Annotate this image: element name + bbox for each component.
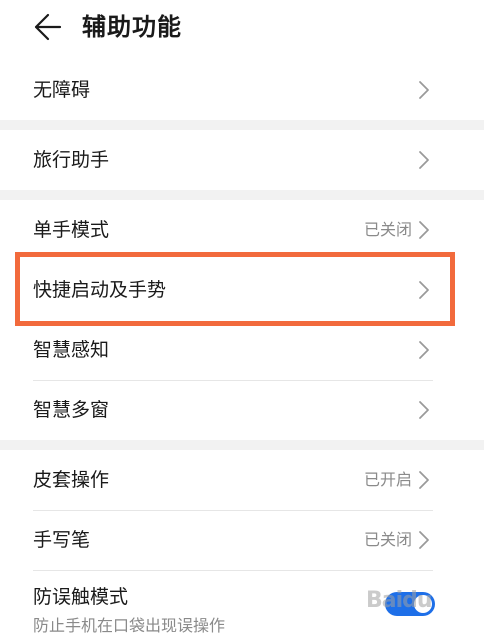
chevron-right-icon bbox=[418, 220, 430, 240]
settings-item-stylus[interactable]: 手写笔 已关闭 bbox=[0, 510, 484, 570]
settings-item-one-handed-mode[interactable]: 单手模式 已关闭 bbox=[0, 200, 484, 260]
settings-item-label: 单手模式 bbox=[33, 219, 110, 241]
chevron-right-icon bbox=[418, 340, 430, 360]
accessibility-settings-page: 辅助功能 无障碍 旅行助手 单手模式 已关闭 快捷启动及手势 智慧感知 智慧多窗… bbox=[0, 0, 484, 637]
status-text: 已开启 bbox=[363, 470, 412, 489]
settings-item-smart-perception[interactable]: 智慧感知 bbox=[0, 320, 484, 380]
back-button[interactable] bbox=[26, 10, 66, 44]
settings-item-label: 智慧多窗 bbox=[33, 399, 110, 421]
chevron-right-icon bbox=[418, 150, 430, 170]
settings-item-label: 防误触模式 bbox=[33, 586, 129, 608]
page-title: 辅助功能 bbox=[82, 13, 182, 41]
settings-item-shortcuts-and-gestures[interactable]: 快捷启动及手势 bbox=[0, 260, 484, 320]
settings-item-description: 防止手机在口袋出现误操作 bbox=[33, 616, 226, 635]
status-text: 已关闭 bbox=[363, 220, 412, 239]
settings-item-label: 旅行助手 bbox=[33, 149, 110, 171]
chevron-right-icon bbox=[418, 470, 430, 490]
settings-item-smart-multi-window[interactable]: 智慧多窗 bbox=[0, 380, 484, 440]
section-gap bbox=[0, 190, 484, 200]
settings-item-label: 智慧感知 bbox=[33, 339, 110, 361]
chevron-right-icon bbox=[418, 280, 430, 300]
settings-item-travel-assistant[interactable]: 旅行助手 bbox=[0, 130, 484, 190]
chevron-right-icon bbox=[418, 80, 430, 100]
section-gap bbox=[0, 120, 484, 130]
chevron-right-icon bbox=[418, 400, 430, 420]
settings-item-cover-operation[interactable]: 皮套操作 已开启 bbox=[0, 450, 484, 510]
settings-item-accessibility[interactable]: 无障碍 bbox=[0, 60, 484, 120]
settings-item-label: 无障碍 bbox=[33, 79, 91, 101]
settings-item-label: 皮套操作 bbox=[33, 469, 110, 491]
header: 辅助功能 bbox=[0, 0, 484, 56]
section-gap bbox=[0, 440, 484, 450]
settings-item-label: 手写笔 bbox=[33, 529, 91, 551]
divider bbox=[33, 570, 433, 571]
status-text: 已关闭 bbox=[363, 530, 412, 549]
chevron-right-icon bbox=[418, 530, 430, 550]
settings-item-label: 快捷启动及手势 bbox=[33, 279, 167, 301]
arrow-left-icon bbox=[34, 13, 62, 41]
watermark: Baidu bbox=[366, 588, 433, 613]
